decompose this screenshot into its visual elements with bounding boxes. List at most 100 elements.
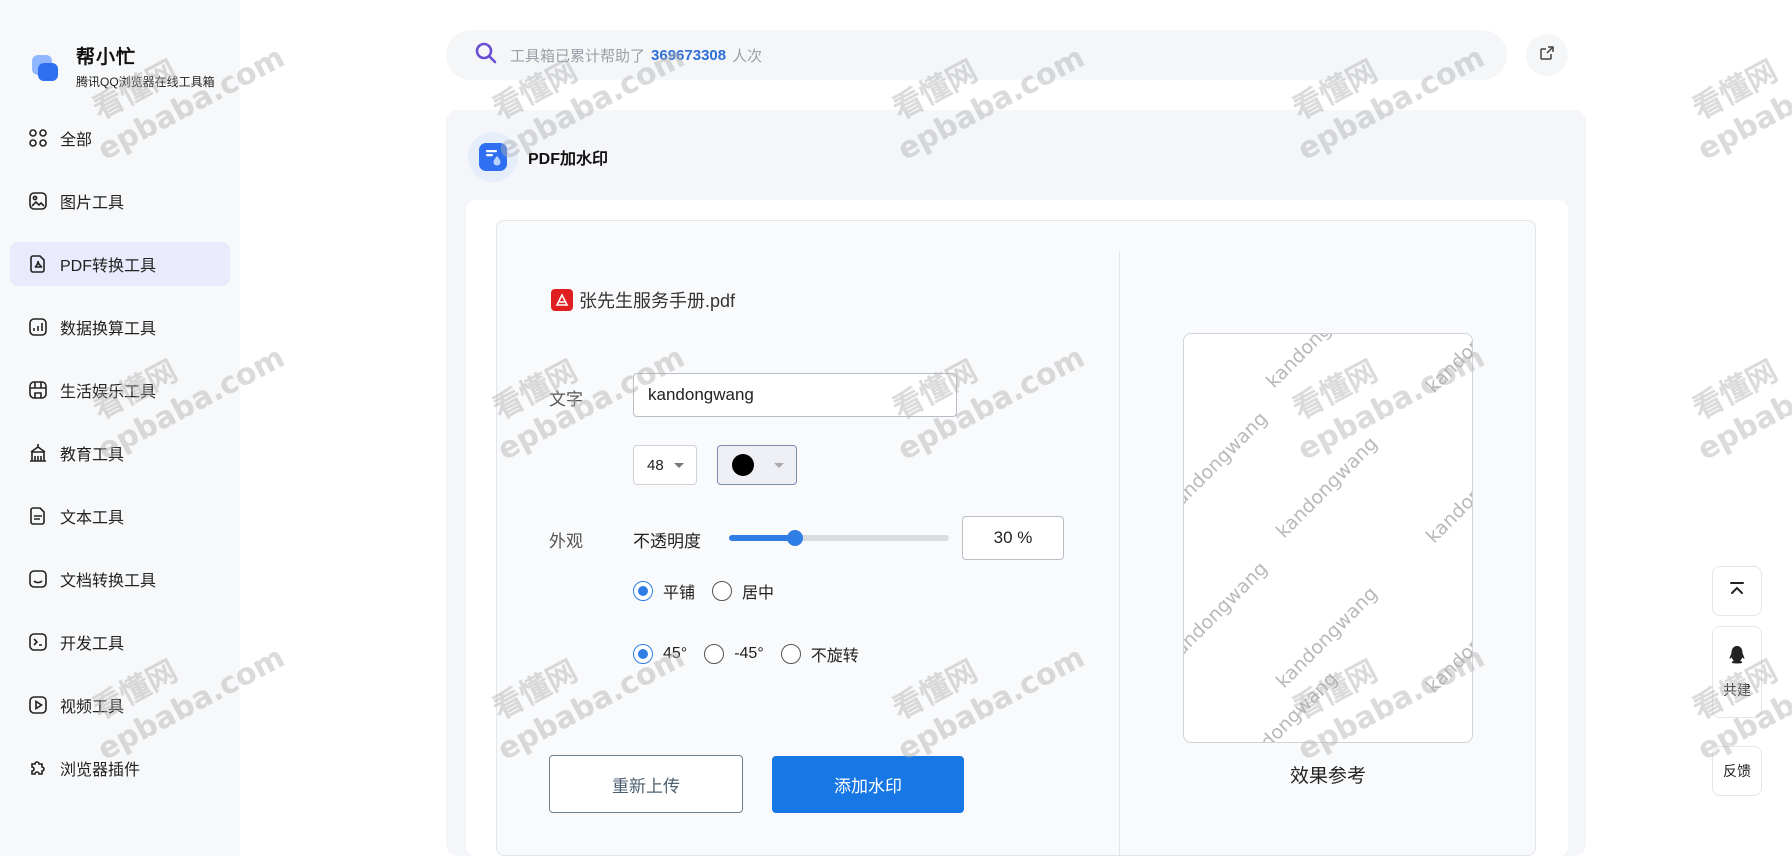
help-count: 369673308 bbox=[651, 46, 727, 64]
sidebar-nav: 全部 图片工具 PDF转换工具 数据换算工具 生活娱乐工具 教育工具 文本工具 bbox=[10, 116, 230, 809]
color-select[interactable] bbox=[717, 445, 797, 485]
sidebar-item-label: 数据换算工具 bbox=[60, 321, 157, 338]
opacity-slider-thumb[interactable] bbox=[787, 530, 803, 546]
radio-minus-45[interactable] bbox=[704, 644, 725, 664]
search-bar[interactable]: 工具箱已累计帮助了 369673308 人次 bbox=[446, 30, 1507, 80]
share-button[interactable] bbox=[1526, 34, 1568, 76]
tool-panel: PDF加水印 张先生服务手册.pdf 文字 kandongwang 48 外观 … bbox=[446, 110, 1586, 856]
preview-watermark-text: kandongwang bbox=[1422, 588, 1473, 698]
watermark-text-input[interactable]: kandongwang bbox=[633, 373, 957, 417]
font-size-select[interactable]: 48 bbox=[633, 445, 697, 485]
school-icon bbox=[28, 443, 48, 463]
sidebar-item-education-tools[interactable]: 教育工具 bbox=[10, 431, 230, 475]
rotation-option-45[interactable]: 45° bbox=[633, 644, 687, 664]
image-icon bbox=[28, 191, 48, 211]
rotation-option-minus-45[interactable]: -45° bbox=[704, 644, 764, 664]
overlay-watermark-line1: 看懂网 bbox=[1687, 54, 1783, 127]
feedback-button[interactable]: 反馈 bbox=[1712, 746, 1762, 796]
sidebar-item-label: 浏览器插件 bbox=[60, 762, 141, 779]
feedback-label: 反馈 bbox=[1723, 763, 1751, 779]
preview-watermarks: kandongwang kandongwang kandongwang kand… bbox=[1184, 334, 1473, 742]
radio-label: 不旋转 bbox=[810, 648, 859, 665]
radio-label: 平铺 bbox=[663, 585, 696, 602]
sidebar-item-label: 全部 bbox=[60, 132, 93, 149]
brand-title: 帮小忙 bbox=[76, 47, 137, 68]
grid-icon bbox=[28, 128, 48, 148]
layout-option-center[interactable]: 居中 bbox=[712, 579, 774, 603]
opacity-slider[interactable] bbox=[729, 530, 949, 546]
brand[interactable]: 帮小忙 腾讯QQ浏览器在线工具箱 bbox=[28, 42, 215, 90]
sidebar-item-label: 文本工具 bbox=[60, 510, 125, 527]
text-label: 文字 bbox=[549, 390, 583, 409]
sidebar-item-dev-tools[interactable]: 开发工具 bbox=[10, 620, 230, 664]
tool-title: PDF加水印 bbox=[528, 151, 609, 168]
preview-caption: 效果参考 bbox=[1289, 766, 1366, 787]
sidebar-item-label: 文档转换工具 bbox=[60, 573, 157, 590]
layout-radio-group: 平铺 居中 bbox=[633, 579, 791, 603]
preview-watermark-text: kandongwang bbox=[1422, 438, 1473, 548]
sidebar-item-text-tools[interactable]: 文本工具 bbox=[10, 494, 230, 538]
radio-no-rotate[interactable] bbox=[780, 644, 801, 664]
sidebar: 帮小忙 腾讯QQ浏览器在线工具箱 全部 图片工具 PDF转换工具 数据换算工具 … bbox=[0, 0, 240, 856]
sidebar-item-life-tools[interactable]: 生活娱乐工具 bbox=[10, 368, 230, 412]
opacity-slider-fill bbox=[729, 535, 795, 541]
overlay-watermark-line2: epbaba.com bbox=[1692, 340, 1792, 468]
tool-card: 张先生服务手册.pdf 文字 kandongwang 48 外观 不透明度 30… bbox=[466, 200, 1568, 856]
color-swatch bbox=[732, 454, 754, 476]
radio-label: -45° bbox=[734, 645, 764, 662]
pdf-file-icon bbox=[551, 289, 573, 311]
sidebar-item-all[interactable]: 全部 bbox=[10, 116, 230, 160]
terminal-icon bbox=[28, 632, 48, 652]
font-size-value: 48 bbox=[647, 456, 664, 474]
back-to-top-button[interactable] bbox=[1712, 566, 1762, 616]
sidebar-item-pdf-tools[interactable]: PDF转换工具 bbox=[10, 242, 230, 286]
video-icon bbox=[28, 695, 48, 715]
radio-45[interactable] bbox=[633, 644, 653, 664]
back-to-top-icon bbox=[1728, 581, 1746, 602]
preview-watermark-pattern: kandongwang kandongwang kandongwang kand… bbox=[1184, 334, 1473, 742]
tool-card-inner: 张先生服务手册.pdf 文字 kandongwang 48 外观 不透明度 30… bbox=[496, 220, 1536, 856]
overlay-watermark-line2: epbaba.com bbox=[1692, 40, 1792, 168]
sidebar-item-doc-convert-tools[interactable]: 文档转换工具 bbox=[10, 557, 230, 601]
sidebar-item-image-tools[interactable]: 图片工具 bbox=[10, 179, 230, 223]
divider bbox=[1119, 251, 1120, 856]
add-watermark-button[interactable]: 添加水印 bbox=[772, 756, 964, 813]
share-icon bbox=[1539, 45, 1555, 66]
doc-convert-icon bbox=[28, 569, 48, 589]
appearance-label: 外观 bbox=[549, 532, 583, 551]
cobuild-label: 共建 bbox=[1723, 681, 1751, 698]
search-placeholder-prefix: 工具箱已累计帮助了 bbox=[510, 47, 646, 65]
sidebar-item-data-tools[interactable]: 数据换算工具 bbox=[10, 305, 230, 349]
rotation-option-none[interactable]: 不旋转 bbox=[780, 642, 859, 666]
radio-tile[interactable] bbox=[633, 581, 653, 601]
layout-option-tile[interactable]: 平铺 bbox=[633, 579, 695, 603]
reupload-button[interactable]: 重新上传 bbox=[549, 755, 743, 813]
radio-label: 居中 bbox=[742, 585, 775, 602]
qq-icon bbox=[1728, 645, 1746, 668]
preview-watermark-text: kandongwang bbox=[1184, 558, 1272, 668]
file-name: 张先生服务手册.pdf bbox=[579, 291, 736, 311]
radio-label: 45° bbox=[663, 645, 688, 662]
uploaded-file: 张先生服务手册.pdf bbox=[551, 287, 735, 313]
rotation-radio-group: 45° -45° 不旋转 bbox=[633, 642, 876, 666]
sidebar-item-label: 图片工具 bbox=[60, 195, 125, 212]
opacity-label: 不透明度 bbox=[633, 532, 701, 551]
search-placeholder-suffix: 人次 bbox=[732, 47, 763, 65]
preview-watermark-text: kandongwang bbox=[1422, 334, 1473, 398]
tool-header: PDF加水印 bbox=[468, 132, 608, 182]
watermark-preview: kandongwang kandongwang kandongwang kand… bbox=[1183, 333, 1473, 743]
cobuild-button[interactable]: 共建 bbox=[1712, 626, 1762, 718]
preview-watermark-text: kandongwang bbox=[1272, 433, 1382, 543]
chart-icon bbox=[28, 317, 48, 337]
chevron-down-icon bbox=[673, 462, 684, 468]
sidebar-item-label: 生活娱乐工具 bbox=[60, 384, 157, 401]
sidebar-item-video-tools[interactable]: 视频工具 bbox=[10, 683, 230, 727]
opacity-input[interactable]: 30 % bbox=[962, 516, 1064, 560]
brand-logo-icon bbox=[28, 49, 62, 83]
sidebar-item-label: 视频工具 bbox=[60, 699, 125, 716]
pdf-icon bbox=[28, 254, 48, 274]
chevron-down-icon bbox=[774, 462, 784, 468]
sidebar-item-browser-plugins[interactable]: 浏览器插件 bbox=[10, 746, 230, 790]
radio-center[interactable] bbox=[712, 581, 733, 601]
preview-watermark-text: kandongwang bbox=[1262, 334, 1372, 393]
